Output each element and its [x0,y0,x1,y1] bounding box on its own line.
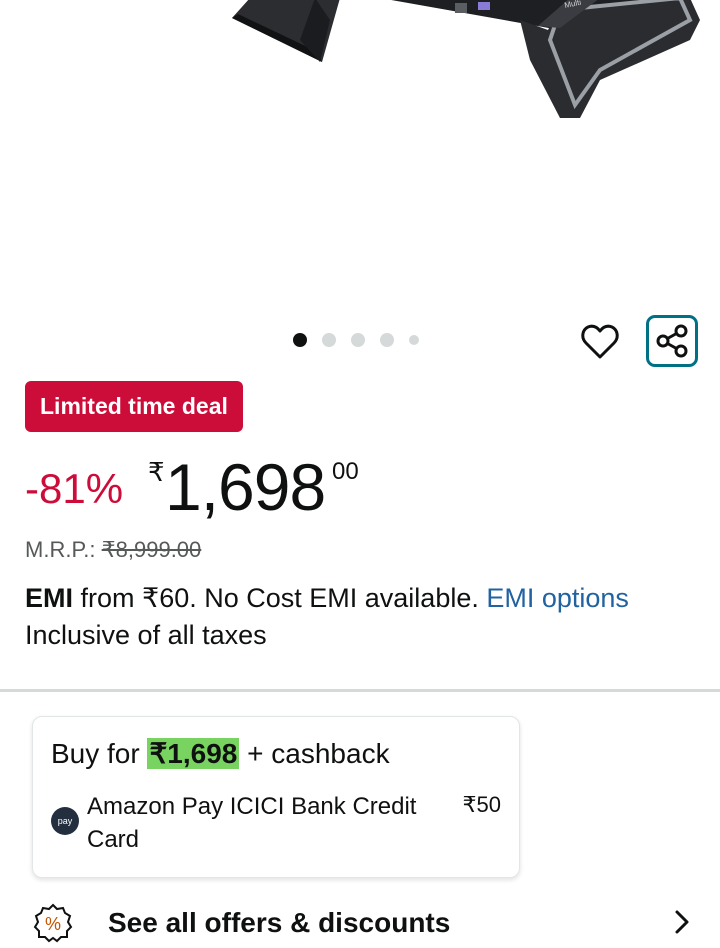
share-icon [656,324,688,358]
emi-text: from ₹60. No Cost EMI available. [73,583,487,613]
tax-note: Inclusive of all taxes [25,620,267,650]
mrp: M.R.P.: ₹8,999.00 [25,537,201,563]
amazon-pay-logo-icon: pay [51,807,79,835]
heart-icon [581,324,619,359]
price-whole: 1,698 [165,450,326,524]
offer-suffix: + cashback [239,738,390,769]
see-all-offers-row[interactable]: % See all offers & discounts [0,895,720,943]
mrp-label: M.R.P.: [25,537,96,562]
see-all-offers-label: See all offers & discounts [108,907,451,938]
offer-percent-icon: % [33,903,73,943]
carousel-dot-active[interactable] [293,333,307,347]
limited-time-deal-badge: Limited time deal [25,381,243,432]
carousel-dot[interactable] [351,333,365,347]
offer-prefix: Buy for [51,738,148,769]
emi-bold-label: EMI [25,583,74,613]
share-button[interactable] [646,315,698,367]
image-carousel-dots [293,333,419,347]
currency-symbol: ₹ [148,457,165,487]
mrp-value: ₹8,999.00 [101,537,202,562]
product-image[interactable]: Multi [0,0,720,300]
offer-title: Buy for ₹1,698 + cashback [51,737,390,770]
chevron-right-icon [675,910,689,934]
carousel-dot[interactable] [409,335,419,345]
carousel-dot[interactable] [322,333,336,347]
svg-text:%: % [45,914,61,934]
section-divider [0,689,720,692]
offer-price-highlight: ₹1,698 [147,738,240,769]
offer-bank-name: Amazon Pay ICICI Bank Credit Card [87,793,417,853]
emi-options-link[interactable]: EMI options [486,583,629,613]
cashback-amount: ₹50 [462,792,501,817]
carousel-dot[interactable] [380,333,394,347]
wishlist-button[interactable] [578,320,622,364]
emi-line: EMI from ₹60. No Cost EMI available. EMI… [25,583,629,614]
cashback-offer-card[interactable]: Buy for ₹1,698 + cashback pay Amazon Pay… [32,716,520,878]
discount-percent: -81% [25,465,124,512]
price-fraction: 00 [332,458,359,485]
